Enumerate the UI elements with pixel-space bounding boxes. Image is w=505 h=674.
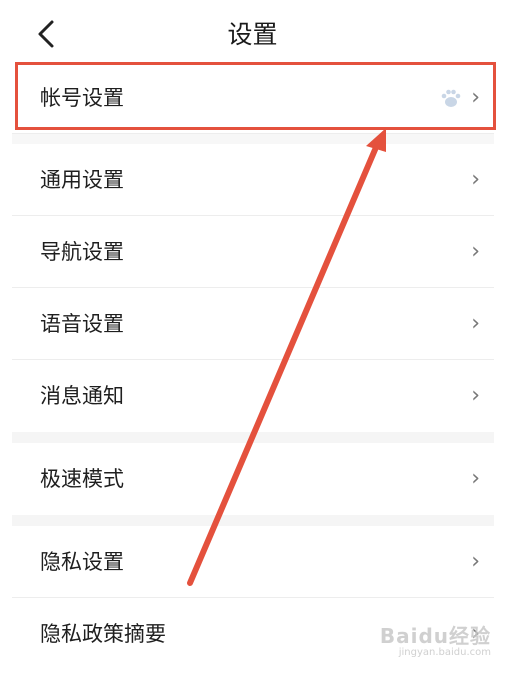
paw-icon xyxy=(441,89,461,107)
settings-item-general[interactable]: 通用设置 › xyxy=(12,144,494,216)
chevron-right-icon: › xyxy=(471,239,480,264)
settings-item-label: 消息通知 xyxy=(40,384,124,408)
settings-list: 帐号设置 › 通用设置 › 导航设置 › 语音设置 › 消息通知 › 极速模式 … xyxy=(12,62,494,670)
settings-item-label: 语音设置 xyxy=(40,312,124,336)
divider xyxy=(12,134,494,144)
settings-item-account[interactable]: 帐号设置 › xyxy=(12,62,494,134)
chevron-right-icon: › xyxy=(471,167,480,192)
chevron-right-icon: › xyxy=(471,466,480,491)
settings-item-voice[interactable]: 语音设置 › xyxy=(12,288,494,360)
settings-item-label: 帐号设置 xyxy=(40,86,124,110)
settings-item-speed-mode[interactable]: 极速模式 › xyxy=(12,443,494,515)
settings-item-notifications[interactable]: 消息通知 › xyxy=(12,360,494,432)
chevron-right-icon: › xyxy=(471,383,480,408)
settings-item-label: 极速模式 xyxy=(40,467,124,491)
watermark-logo: Baidu经验 xyxy=(379,624,491,648)
settings-item-privacy[interactable]: 隐私设置 › xyxy=(12,526,494,598)
settings-item-label: 隐私政策摘要 xyxy=(40,622,166,646)
nav-bar: 设置 xyxy=(0,0,505,62)
chevron-right-icon: › xyxy=(471,311,480,336)
settings-item-navigation[interactable]: 导航设置 › xyxy=(12,216,494,288)
settings-item-label: 通用设置 xyxy=(40,168,124,192)
chevron-right-icon: › xyxy=(471,549,480,574)
watermark: Baidu经验 jingyan.baidu.com xyxy=(380,620,491,658)
chevron-right-icon: › xyxy=(471,85,480,110)
page-title: 设置 xyxy=(227,20,278,49)
section-divider xyxy=(12,515,494,526)
settings-item-label: 导航设置 xyxy=(40,240,124,264)
settings-item-label: 隐私设置 xyxy=(40,550,124,574)
section-divider xyxy=(12,432,494,443)
